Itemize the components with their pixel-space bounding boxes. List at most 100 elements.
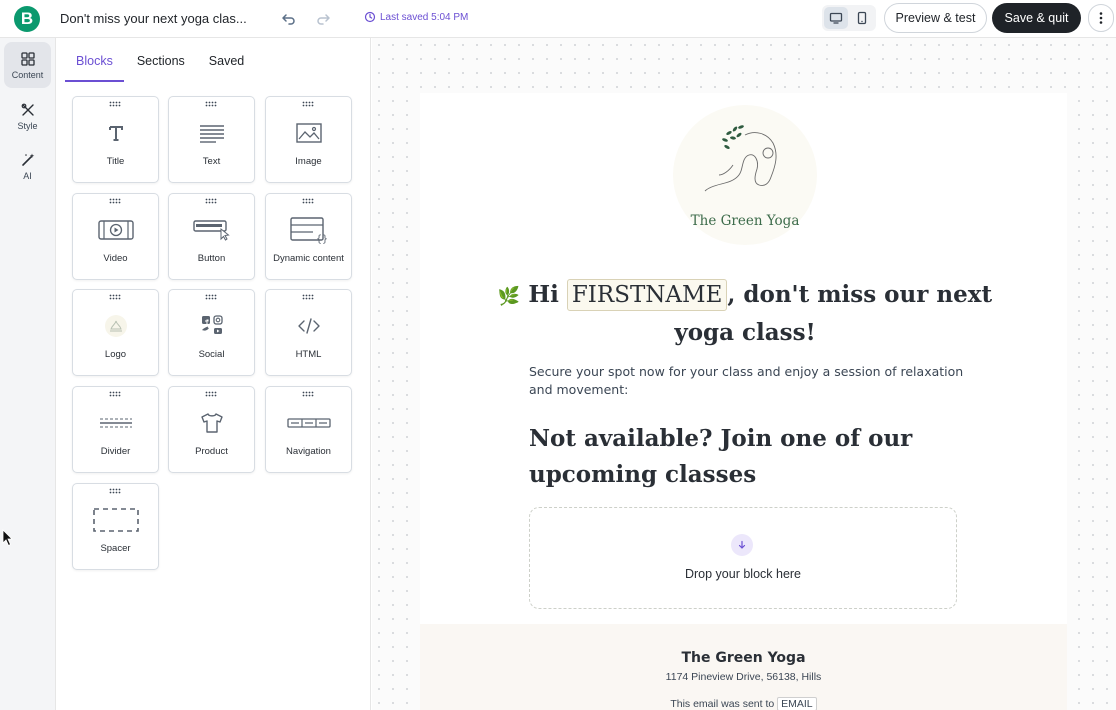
last-saved-text: Last saved 5:04 PM (380, 11, 469, 23)
drag-handle-icon[interactable] (109, 294, 121, 300)
more-options-button[interactable] (1088, 4, 1114, 32)
yoga-figure-icon (704, 125, 777, 192)
block-label: Dynamic content (273, 253, 344, 264)
block-title[interactable]: Title (72, 96, 159, 183)
tab-blocks[interactable]: Blocks (65, 38, 124, 82)
block-label: Navigation (286, 446, 331, 457)
last-saved-status: Last saved 5:04 PM (364, 11, 468, 23)
block-label: Title (106, 156, 125, 167)
footer-company-name: The Green Yoga (681, 650, 806, 666)
block-social[interactable]: Social (168, 289, 255, 376)
firstname-placeholder[interactable]: FIRSTNAME (566, 279, 728, 311)
mobile-view-button[interactable] (850, 7, 874, 29)
block-text[interactable]: Text (168, 96, 255, 183)
block-button[interactable]: Button (168, 193, 255, 280)
undo-icon[interactable] (279, 9, 299, 29)
rail-label: Style (17, 120, 38, 131)
preview-test-button[interactable]: Preview & test (884, 3, 987, 33)
grid-icon (20, 51, 35, 66)
kebab-menu-icon (1099, 12, 1103, 24)
email-placeholder[interactable]: EMAIL (777, 697, 817, 710)
rail-item-ai[interactable]: AI (4, 143, 51, 189)
rail-item-style[interactable]: Style (4, 93, 51, 139)
drag-handle-icon[interactable] (109, 391, 121, 397)
panel-tabs: Blocks Sections Saved (65, 38, 257, 82)
divider-icon (99, 418, 132, 428)
drag-handle-icon[interactable] (205, 101, 217, 107)
drag-handle-icon[interactable] (302, 198, 314, 204)
navigation-icon (286, 418, 331, 428)
video-icon (97, 220, 134, 240)
block-label: Spacer (100, 543, 131, 554)
brand-name-text: The Green Yoga (690, 213, 800, 229)
email-title[interactable]: Don't miss your next yoga clas... (60, 11, 247, 26)
blocks-panel: Blocks Sections Saved Title Text Image V… (57, 38, 371, 710)
drag-handle-icon[interactable] (109, 198, 121, 204)
upcoming-classes-heading[interactable]: Not available? Join one of our upcoming … (529, 421, 949, 493)
drop-zone[interactable]: Drop your block here (529, 507, 957, 609)
greeting-heading[interactable]: 🌿 Hi FIRSTNAME, don't miss our next yoga… (490, 277, 1000, 351)
title-icon (108, 126, 123, 141)
arrow-down-icon (731, 534, 753, 556)
rail-label: Content (11, 69, 44, 80)
tab-sections[interactable]: Sections (126, 38, 196, 82)
block-label: Product (195, 446, 228, 457)
device-toggle (822, 5, 876, 31)
save-quit-button[interactable]: Save & quit (992, 3, 1081, 33)
drag-handle-icon[interactable] (205, 391, 217, 397)
herb-icon: 🌿 (497, 286, 521, 307)
html-icon (297, 318, 320, 334)
block-label: Button (197, 253, 226, 264)
block-label: Social (198, 349, 225, 360)
brush-icon (21, 103, 34, 116)
magic-wand-icon (21, 153, 34, 166)
desktop-view-button[interactable] (824, 7, 848, 29)
block-dynamic-content[interactable]: {} Dynamic content (265, 193, 352, 280)
block-label: Divider (100, 446, 131, 457)
history-icon (364, 11, 376, 23)
block-label: Text (202, 156, 221, 167)
intro-paragraph[interactable]: Secure your spot now for your class and … (529, 363, 969, 399)
block-label: Logo (104, 349, 127, 360)
drag-handle-icon[interactable] (302, 391, 314, 397)
rail-item-content[interactable]: Content (4, 42, 51, 88)
block-spacer[interactable]: Spacer (72, 483, 159, 570)
image-icon (295, 123, 322, 143)
block-label: Video (103, 253, 128, 264)
redo-icon[interactable] (313, 9, 333, 29)
email-footer[interactable]: The Green Yoga 1174 Pineview Drive, 5613… (420, 624, 1067, 710)
drag-handle-icon[interactable] (109, 101, 121, 107)
block-video[interactable]: Video (72, 193, 159, 280)
drag-handle-icon[interactable] (302, 101, 314, 107)
editor-canvas[interactable]: The Green Yoga 🌿 Hi FIRSTNAME, don't mis… (372, 38, 1116, 710)
tshirt-icon (200, 413, 223, 433)
block-navigation[interactable]: Navigation (265, 386, 352, 473)
brevo-logo[interactable]: B (14, 6, 40, 32)
block-logo[interactable]: Logo (72, 289, 159, 376)
block-label: HTML (295, 349, 322, 360)
dynamic-content-icon: {} (289, 217, 328, 244)
brand-logo-block[interactable]: The Green Yoga (673, 105, 817, 245)
drag-handle-icon[interactable] (109, 488, 121, 494)
block-product[interactable]: Product (168, 386, 255, 473)
block-html[interactable]: HTML (265, 289, 352, 376)
text-icon (199, 125, 224, 143)
drag-handle-icon[interactable] (302, 294, 314, 300)
top-bar: B Don't miss your next yoga clas... Last… (0, 0, 1116, 38)
drop-zone-text: Drop your block here (684, 567, 802, 581)
logo-icon (104, 315, 127, 337)
footer-sent-to: This email was sent to EMAIL (420, 697, 1067, 710)
social-icon (201, 315, 223, 334)
sent-to-prefix: This email was sent to (670, 698, 775, 710)
tab-saved[interactable]: Saved (198, 38, 255, 82)
block-image[interactable]: Image (265, 96, 352, 183)
drag-handle-icon[interactable] (205, 198, 217, 204)
block-divider[interactable]: Divider (72, 386, 159, 473)
footer-address: 1174 Pineview Drive, 56138, Hills (665, 671, 822, 683)
svg-text:{}: {} (316, 234, 328, 244)
mouse-cursor-icon (2, 529, 13, 547)
spacer-icon (92, 508, 139, 532)
left-rail: Content Style AI (0, 38, 56, 710)
button-icon (192, 220, 230, 241)
drag-handle-icon[interactable] (205, 294, 217, 300)
